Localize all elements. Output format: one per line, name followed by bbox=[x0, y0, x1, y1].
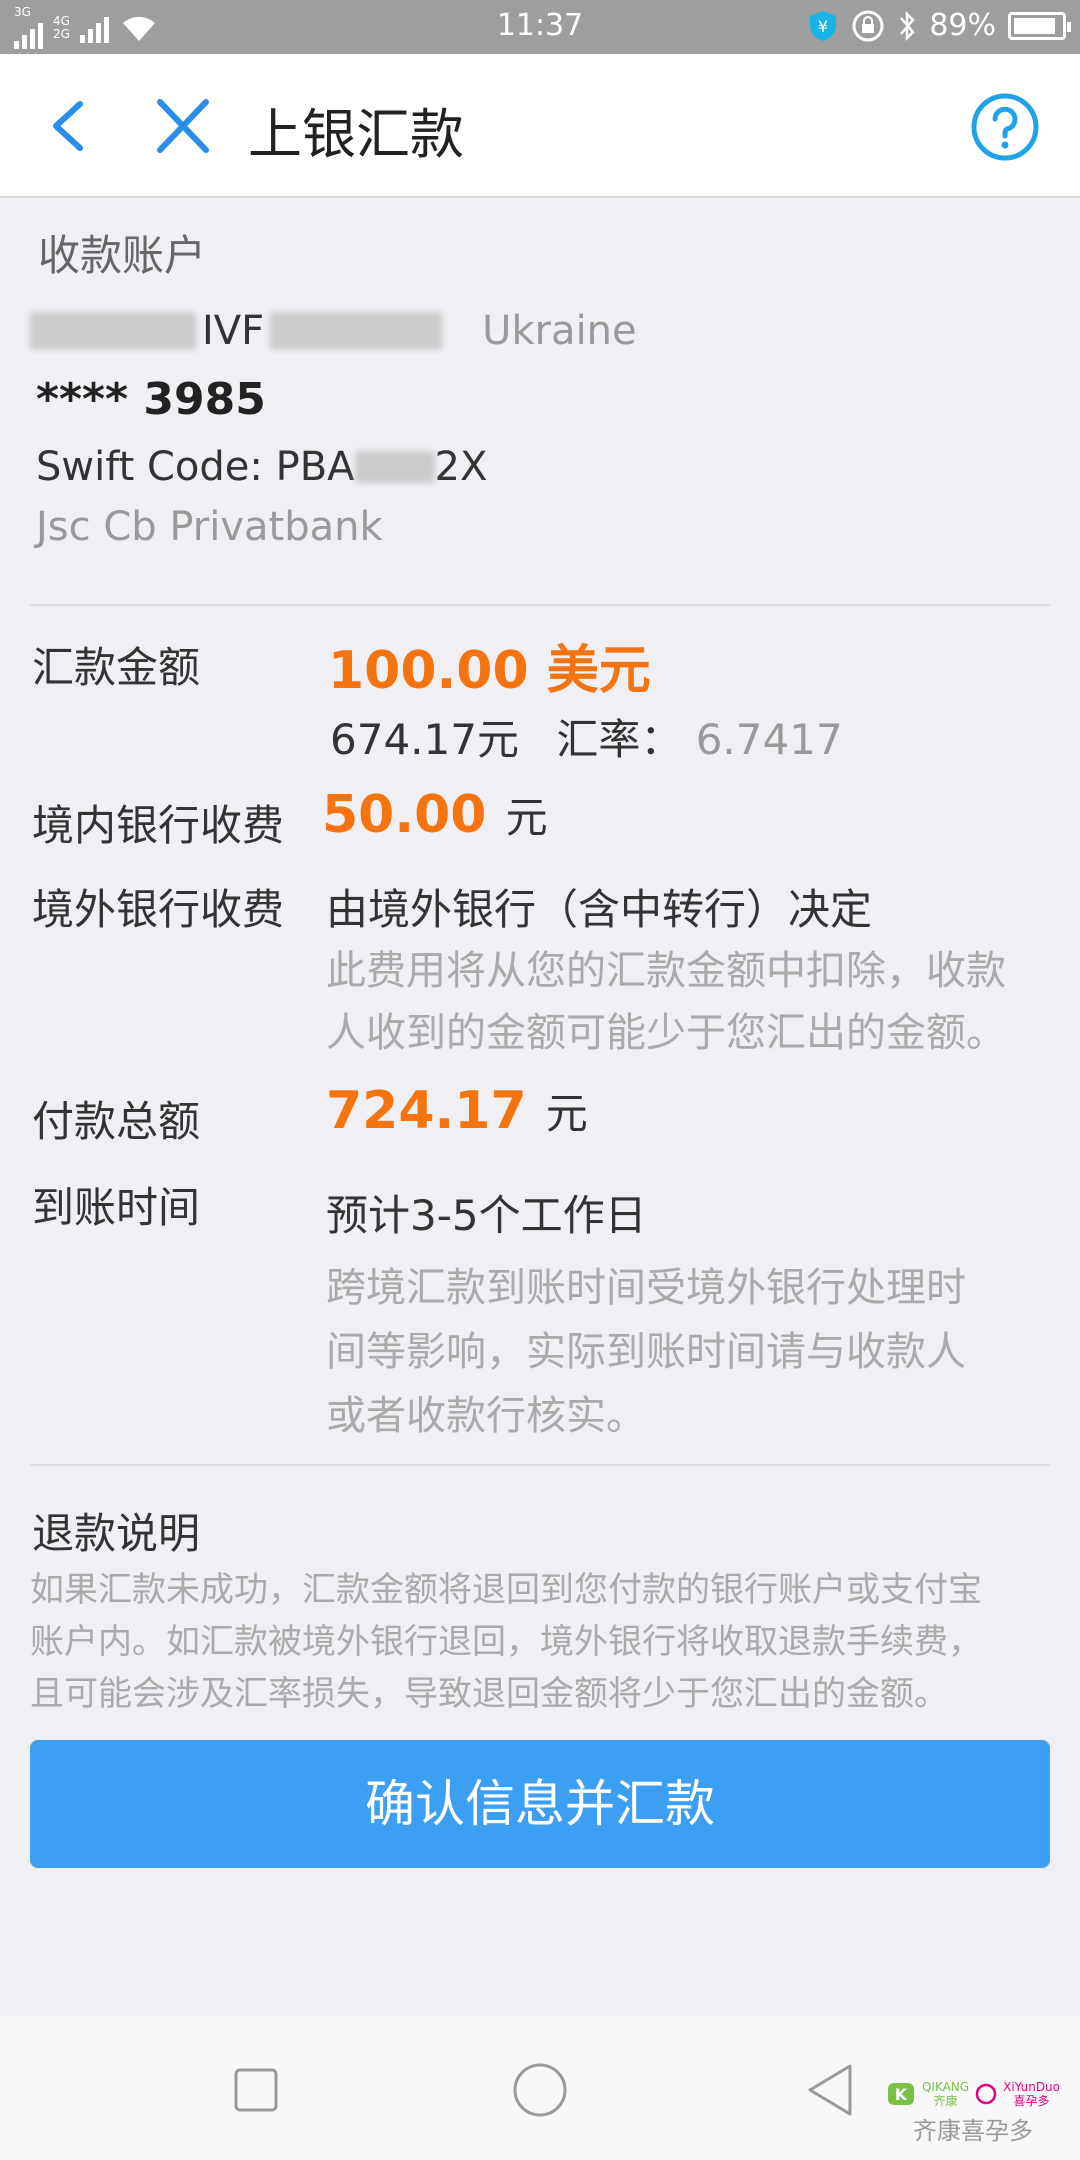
bank-name: Jsc Cb Privatbank bbox=[36, 504, 383, 550]
back-arrow-icon[interactable] bbox=[40, 90, 100, 162]
watermark: K QIKANG 齐康 XiYunDuo 喜孕多 齐康喜孕多 bbox=[886, 2079, 1060, 2146]
arrival-note-line: 间等影响，实际到账时间请与收款人 bbox=[326, 1329, 966, 1375]
domestic-fee-value: 50.00 bbox=[322, 785, 487, 845]
home-circle-icon[interactable] bbox=[512, 2062, 568, 2118]
svg-text:¥: ¥ bbox=[818, 17, 828, 36]
foreign-fee-note-line: 人收到的金额可能少于您汇出的金额。 bbox=[326, 1010, 1006, 1056]
cny-amount: 674.17元 bbox=[330, 715, 519, 764]
divider bbox=[30, 604, 1050, 606]
divider bbox=[30, 1464, 1050, 1466]
recipient-country: Ukraine bbox=[482, 308, 637, 354]
back-triangle-icon[interactable] bbox=[806, 2062, 854, 2118]
bluetooth-icon bbox=[900, 10, 916, 41]
arrival-value: 预计3-5个工作日 bbox=[326, 1191, 647, 1240]
xiyunduo-logo-icon bbox=[975, 2083, 997, 2105]
page-title: 上银汇款 bbox=[248, 103, 464, 166]
domestic-fee-unit: 元 bbox=[505, 793, 548, 842]
account-number: **** 3985 bbox=[36, 374, 266, 425]
status-bar-right: ¥ 89% bbox=[807, 8, 1071, 43]
total-unit: 元 bbox=[545, 1089, 588, 1138]
arrival-note-line: 或者收款行核实。 bbox=[326, 1393, 646, 1439]
swift-code: Swift Code: PBA 2X bbox=[36, 444, 487, 490]
qikang-logo-icon: K bbox=[887, 2083, 914, 2105]
foreign-fee-value: 由境外银行（含中转行）决定 bbox=[326, 885, 873, 934]
redacted-name bbox=[30, 312, 196, 350]
total-value: 724.17 bbox=[326, 1081, 527, 1141]
redacted-name-2 bbox=[270, 312, 443, 350]
watermark-text: 齐康喜孕多 bbox=[912, 2117, 1033, 2145]
help-icon[interactable] bbox=[970, 92, 1040, 162]
amount-value: 100.00 美元 bbox=[328, 641, 651, 701]
watermark-logos: K QIKANG 齐康 XiYunDuo 喜孕多 bbox=[886, 2079, 1060, 2109]
qikang-brand: QIKANG 齐康 bbox=[922, 2080, 969, 2108]
rate-label: 汇率： bbox=[556, 715, 683, 764]
battery-percent: 89% bbox=[929, 8, 996, 43]
confirm-remit-button[interactable]: 确认信息并汇款 bbox=[30, 1740, 1050, 1868]
domestic-fee-label: 境内银行收费 bbox=[32, 801, 285, 850]
xiyunduo-brand-en: XiYunDuo bbox=[1003, 2080, 1060, 2094]
exchange-row: 674.17元 汇率： 6.7417 bbox=[330, 706, 843, 767]
foreign-fee-label: 境外银行收费 bbox=[32, 885, 285, 934]
refund-line: 且可能会涉及汇率损失，导致退回金额将少于您汇出的金额。 bbox=[30, 1674, 948, 1714]
arrival-note-line: 跨境汇款到账时间受境外银行处理时 bbox=[326, 1265, 966, 1311]
swift-suffix: 2X bbox=[434, 444, 488, 490]
domestic-fee: 50.00 元 bbox=[322, 784, 548, 845]
close-icon[interactable] bbox=[150, 90, 216, 162]
swift-prefix: Swift Code: PBA bbox=[36, 444, 355, 490]
system-nav-bar: K QIKANG 齐康 XiYunDuo 喜孕多 齐康喜孕多 bbox=[0, 2016, 1080, 2160]
nav-bar: 上银汇款 bbox=[0, 54, 1080, 198]
recipient-section-label: 收款账户 bbox=[38, 231, 207, 280]
redacted-swift bbox=[354, 451, 435, 483]
rate-value: 6.7417 bbox=[695, 715, 843, 764]
total-label: 付款总额 bbox=[32, 1097, 201, 1146]
refund-line: 如果汇款未成功，汇款金额将退回到您付款的银行账户或支付宝 bbox=[30, 1570, 982, 1610]
rotation-lock-icon bbox=[852, 10, 884, 41]
recipient-name-part: IVF bbox=[202, 308, 265, 354]
total: 724.17 元 bbox=[326, 1080, 588, 1141]
qikang-brand-en: QIKANG bbox=[921, 2080, 970, 2094]
refund-line: 账户内。如汇款被境外银行退回，境外银行将收取退款手续费， bbox=[30, 1622, 982, 1662]
foreign-fee-note: 此费用将从您的汇款金额中扣除，收款 人收到的金额可能少于您汇出的金额。 bbox=[326, 940, 1006, 1064]
recents-square-icon[interactable] bbox=[234, 2068, 278, 2112]
refund-text: 如果汇款未成功，汇款金额将退回到您付款的银行账户或支付宝 账户内。如汇款被境外银… bbox=[30, 1564, 982, 1720]
amount-label: 汇款金额 bbox=[32, 643, 201, 692]
svg-text:K: K bbox=[895, 2085, 908, 2104]
refund-title: 退款说明 bbox=[32, 1509, 201, 1558]
foreign-fee-note-line: 此费用将从您的汇款金额中扣除，收款 bbox=[326, 948, 1006, 994]
arrival-note: 跨境汇款到账时间受境外银行处理时 间等影响，实际到账时间请与收款人 或者收款行核… bbox=[326, 1256, 966, 1448]
battery-icon bbox=[1008, 11, 1071, 40]
battery-fill bbox=[1014, 17, 1055, 34]
recipient-name-row: IVF Ukraine bbox=[30, 308, 637, 354]
xiyunduo-brand: XiYunDuo 喜孕多 bbox=[1003, 2080, 1060, 2108]
qikang-brand-cn: 齐康 bbox=[933, 2094, 958, 2108]
status-bar: 3G 4G 2G 11:37 ¥ 89% bbox=[0, 0, 1080, 54]
security-shield-icon: ¥ bbox=[810, 10, 837, 41]
xiyunduo-brand-cn: 喜孕多 bbox=[1013, 2094, 1050, 2108]
arrival-label: 到账时间 bbox=[32, 1183, 201, 1232]
